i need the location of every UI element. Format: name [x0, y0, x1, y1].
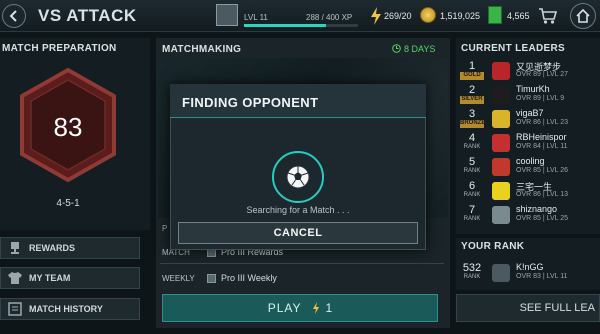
matchmaking-header: MATCHMAKING: [162, 44, 242, 55]
leader-rank-sub: RANK: [463, 216, 481, 222]
play-label: PLAY: [267, 301, 302, 315]
my-team-button[interactable]: MY TEAM: [0, 267, 140, 289]
leader-rank: 2: [468, 84, 476, 96]
my-team-label: MY TEAM: [29, 273, 71, 283]
leader-rank: 3: [468, 108, 476, 120]
dialog-title: FINDING OPPONENT: [182, 95, 319, 110]
days-remaining-label: 8 DAYS: [404, 44, 436, 54]
see-full-label: SEE FULL LEA: [519, 302, 595, 314]
gem-counter: 4,565: [507, 11, 530, 21]
leader-rank-sub: RANK: [463, 192, 481, 198]
leader-row[interactable]: 3 BRONZE vigaB7 OVR 86 | LVL 23: [456, 108, 600, 130]
leader-row[interactable]: 7 RANK shiznango OVR 85 | LVL 25: [456, 204, 600, 226]
formation-label: 4-5-1: [56, 198, 80, 209]
leader-row[interactable]: 5 RANK cooling OVR 85 | LVL 26: [456, 156, 600, 178]
club-badge-icon: [492, 158, 510, 176]
leader-rank-sub: GOLD: [460, 72, 484, 80]
match-history-label: MATCH HISTORY: [29, 304, 103, 314]
club-badge-icon: [492, 264, 510, 282]
cancel-button[interactable]: CANCEL: [178, 222, 418, 244]
weekly-pack-icon: [207, 274, 216, 283]
rewards-label: REWARDS: [29, 243, 76, 253]
leader-name: shiznango: [516, 204, 558, 214]
back-button[interactable]: [2, 4, 26, 28]
energy-counter: 269/20: [384, 11, 412, 21]
leader-rank-sub: RANK: [463, 168, 481, 174]
divider: [160, 263, 444, 264]
xp-progress-bar: [244, 24, 358, 27]
leader-row[interactable]: 6 RANK 三宅一生 OVR 86 | LVL 13: [456, 180, 600, 202]
match-history-button[interactable]: MATCH HISTORY: [0, 298, 140, 320]
weekly-reward-value: Pro III Weekly: [221, 273, 277, 283]
leader-rank-sub: RANK: [463, 144, 481, 150]
chevron-left-icon: [9, 10, 17, 22]
leader-stats: OVR 86 | LVL 23: [516, 119, 569, 126]
leader-rank: 4: [468, 132, 476, 144]
leader-rank: 6: [468, 180, 476, 192]
clock-icon: [392, 44, 401, 53]
lightning-icon: [371, 7, 381, 25]
leader-row[interactable]: 2 SILVER TimurKh OVR 89 | LVL 9: [456, 84, 600, 106]
club-badge-icon: [492, 62, 510, 80]
coin-icon: [420, 7, 436, 23]
home-icon: [576, 9, 590, 23]
gem-icon: [488, 6, 502, 24]
cancel-label: CANCEL: [273, 227, 323, 239]
level-label: LVL 11: [244, 13, 268, 22]
your-rank-name: K!nGG: [516, 262, 544, 272]
player-avatar: [216, 4, 238, 26]
leader-rank-sub: BRONZE: [460, 120, 486, 128]
leader-stats: OVR 85 | LVL 25: [516, 215, 569, 222]
your-rank-header: YOUR RANK: [461, 241, 525, 252]
leader-rank: 5: [468, 156, 476, 168]
trophy-icon: [11, 242, 19, 254]
play-button[interactable]: PLAY 1: [162, 294, 438, 322]
leader-name: RBHeinispor: [516, 132, 567, 142]
soccer-ball-icon: [286, 165, 310, 189]
leader-stats: OVR 89 | LVL 9: [516, 95, 565, 102]
leader-name: TimurKh: [516, 84, 550, 94]
leader-rank-sub: SILVER: [460, 96, 484, 104]
club-badge-icon: [492, 110, 510, 128]
jersey-icon: [8, 272, 22, 284]
loading-spinner: [272, 151, 324, 203]
leader-stats: OVR 89 | LVL 27: [516, 71, 569, 78]
searching-status: Searching for a Match . . .: [246, 205, 350, 215]
your-rank-stats: OVR 83 | LVL 11: [516, 273, 568, 280]
leader-row[interactable]: 1 GOLD 又见逝梦步 OVR 89 | LVL 27: [456, 60, 600, 82]
weekly-reward-label: WEEKLY: [162, 274, 195, 283]
current-leaders-header: CURRENT LEADERS: [461, 43, 565, 54]
club-badge-icon: [492, 134, 510, 152]
cart-icon[interactable]: [538, 7, 558, 25]
leader-row[interactable]: 4 RANK RBHeinispor OVR 84 | LVL 11: [456, 132, 600, 154]
screen-title: VS ATTACK: [38, 6, 137, 25]
club-badge-icon: [492, 86, 510, 104]
prizes-header: P: [162, 224, 168, 233]
lightning-icon: [312, 302, 319, 314]
home-button[interactable]: [570, 3, 596, 29]
team-rating-value: 83: [53, 112, 83, 142]
your-rank-row[interactable]: 532 RANK K!nGG OVR 83 | LVL 11: [456, 262, 600, 284]
play-cost: 1: [325, 301, 333, 315]
history-icon: [8, 302, 22, 316]
leader-name: cooling: [516, 156, 545, 166]
leader-rank: 1: [468, 60, 476, 72]
club-badge-icon: [492, 206, 510, 224]
leader-stats: OVR 84 | LVL 11: [516, 143, 568, 150]
match-preparation-header: MATCH PREPARATION: [2, 43, 117, 54]
coin-counter: 1,519,025: [440, 11, 481, 21]
see-full-leaderboard-button[interactable]: SEE FULL LEA: [456, 294, 600, 322]
your-rank-number: 532: [462, 262, 482, 274]
xp-progress-fill: [244, 24, 327, 27]
leader-stats: OVR 85 | LVL 26: [516, 167, 569, 174]
leader-name: vigaB7: [516, 108, 544, 118]
days-remaining: 8 DAYS: [392, 44, 435, 54]
rewards-button[interactable]: REWARDS: [0, 237, 140, 259]
your-rank-sub: RANK: [463, 274, 481, 280]
xp-label: 288 / 400 XP: [306, 13, 353, 22]
leader-rank: 7: [468, 204, 476, 216]
club-badge-icon: [492, 182, 510, 200]
leader-stats: OVR 86 | LVL 13: [516, 191, 569, 198]
